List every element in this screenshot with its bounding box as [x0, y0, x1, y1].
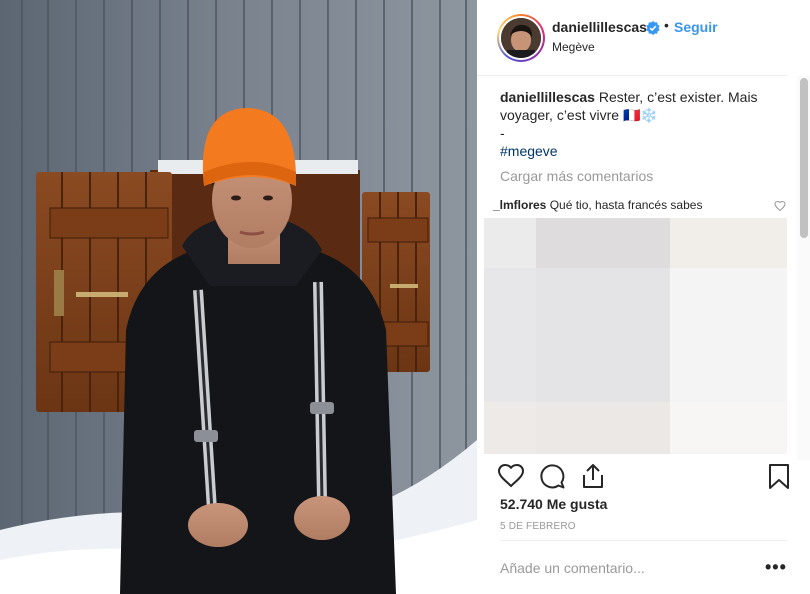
- post-panel: daniellillescas • Seguir Megève danielli…: [477, 0, 810, 594]
- comment-item: _lmflores Qué tio, hasta francés sabes: [493, 198, 787, 212]
- loading-comments-placeholder: [484, 218, 787, 454]
- share-icon[interactable]: [579, 462, 607, 490]
- likes-count[interactable]: 52.740 Me gusta: [500, 496, 607, 512]
- comment-text: Qué tio, hasta francés sabes: [549, 198, 703, 212]
- follow-button[interactable]: Seguir: [674, 19, 718, 35]
- avatar[interactable]: [497, 14, 545, 62]
- post-photo[interactable]: [0, 0, 477, 594]
- post-photo-art: [0, 0, 477, 594]
- post-header: daniellillescas • Seguir Megève: [477, 0, 787, 76]
- add-comment-section: •••: [500, 540, 787, 594]
- caption-line-3: -: [500, 125, 505, 141]
- more-options-icon[interactable]: •••: [765, 558, 787, 576]
- bookmark-icon[interactable]: [765, 462, 793, 490]
- heart-icon[interactable]: [497, 462, 525, 490]
- header-username[interactable]: daniellillescas: [552, 19, 647, 35]
- add-comment-input[interactable]: [500, 558, 740, 578]
- caption-username[interactable]: daniellillescas: [500, 89, 595, 105]
- load-more-comments-link[interactable]: Cargar más comentarios: [500, 168, 653, 184]
- caption-line-1: Rester, c’est exister. Mais: [598, 89, 758, 105]
- comment-icon[interactable]: [538, 462, 566, 490]
- post-date[interactable]: 5 DE FEBRERO: [500, 521, 576, 532]
- avatar-photo: [501, 18, 541, 58]
- post-location[interactable]: Megève: [552, 40, 595, 54]
- caption-block: daniellillescas Rester, c’est exister. M…: [500, 88, 780, 160]
- action-bar: [477, 460, 810, 490]
- comments-scrollbar-thumb[interactable]: [800, 78, 808, 238]
- comment-like-heart-icon[interactable]: [774, 200, 786, 212]
- verified-badge-icon: [646, 21, 660, 35]
- caption-line-2: voyager, c’est vivre 🇫🇷❄️: [500, 107, 658, 123]
- hashtag-link[interactable]: #megeve: [500, 142, 780, 160]
- header-separator: •: [664, 17, 669, 33]
- caption: daniellillescas Rester, c’est exister. M…: [500, 88, 780, 142]
- comment-username[interactable]: _lmflores: [493, 198, 546, 212]
